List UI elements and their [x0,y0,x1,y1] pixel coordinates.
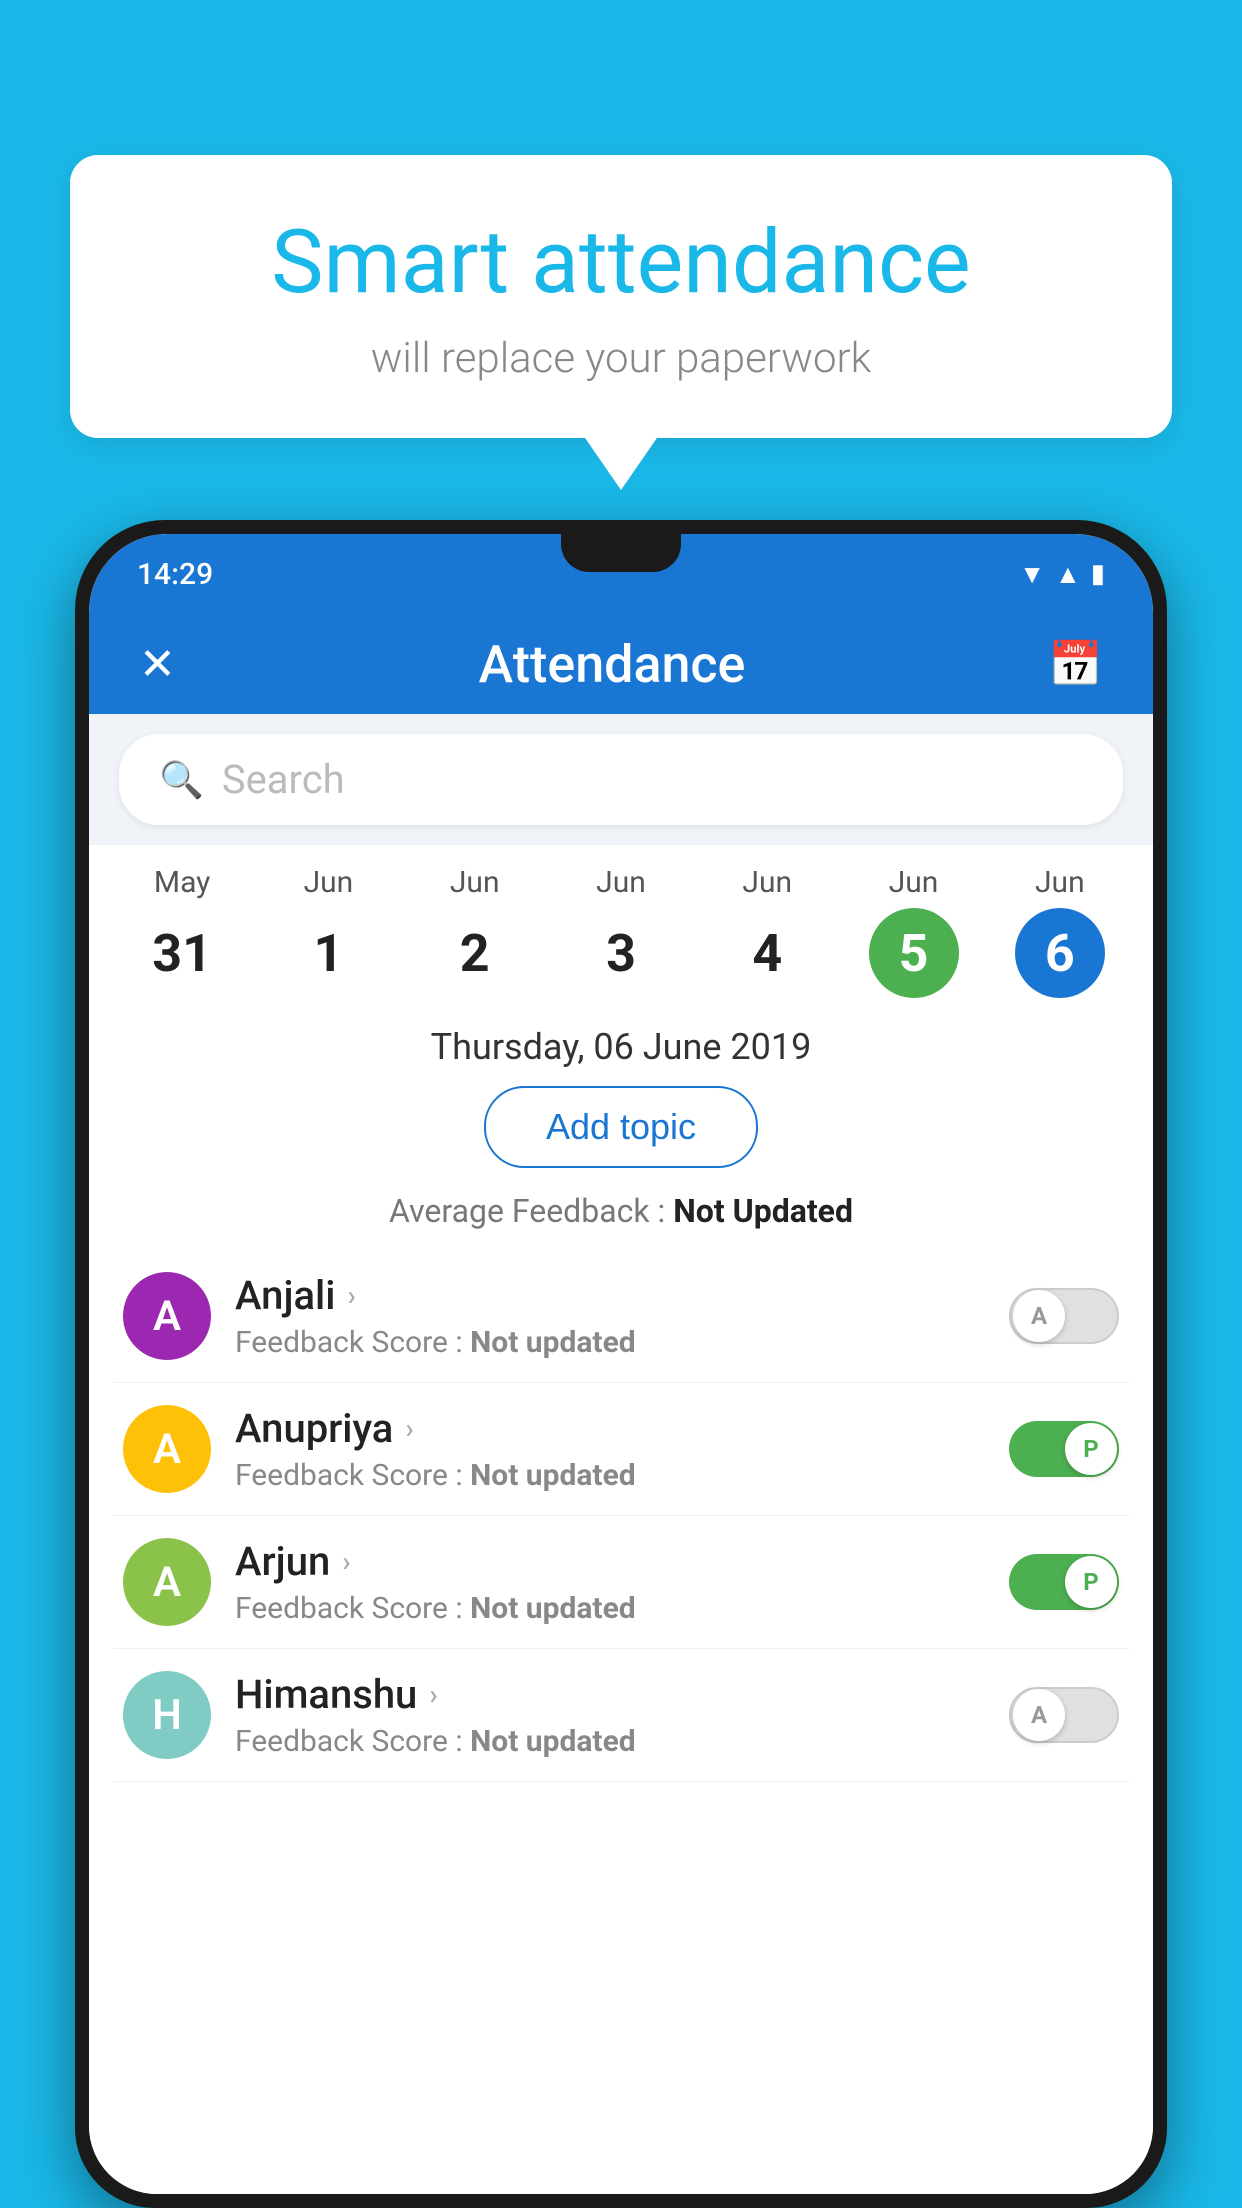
cal-date-label: 4 [722,908,812,998]
attendance-toggle[interactable]: A [1009,1288,1119,1344]
student-info: Anjali › Feedback Score : Not updated [235,1272,985,1360]
avg-feedback: Average Feedback : Not Updated [89,1192,1153,1230]
toggle-thumb: A [1013,1689,1065,1741]
toggle-wrap[interactable]: A [1009,1288,1119,1344]
student-item: A Anjali › Feedback Score : Not updated A [113,1250,1129,1383]
student-info: Himanshu › Feedback Score : Not updated [235,1671,985,1759]
wifi-icon: ▼ [1019,559,1045,590]
cal-date-label: 5 [869,908,959,998]
calendar-day[interactable]: Jun 6 [1005,865,1115,998]
signal-icon: ▲ [1055,559,1081,590]
toggle-thumb: P [1065,1556,1117,1608]
calendar-day[interactable]: May 31 [127,865,237,998]
calendar-day[interactable]: Jun 4 [712,865,822,998]
speech-bubble: Smart attendance will replace your paper… [70,155,1172,438]
student-score: Feedback Score : Not updated [235,1458,985,1493]
avg-feedback-label: Average Feedback : [389,1192,665,1230]
cal-date-label: 2 [430,908,520,998]
bubble-subtitle: will replace your paperwork [150,334,1092,383]
cal-date-label: 3 [576,908,666,998]
student-avatar: A [123,1538,211,1626]
cal-date-label: 31 [137,908,227,998]
student-info: Arjun › Feedback Score : Not updated [235,1538,985,1626]
calendar-day[interactable]: Jun 5 [859,865,969,998]
toggle-wrap[interactable]: P [1009,1554,1119,1610]
phone-frame: 14:29 ▼ ▲ ▮ ✕ Attendance 📅 🔍 Search [75,520,1167,2208]
app-bar-title: Attendance [479,634,746,695]
student-score: Feedback Score : Not updated [235,1591,985,1626]
attendance-toggle[interactable]: A [1009,1687,1119,1743]
speech-bubble-container: Smart attendance will replace your paper… [70,155,1172,438]
calendar-row: May 31 Jun 1 Jun 2 Jun 3 Jun 4 Jun 5 Jun 6 [89,845,1153,998]
student-info: Anupriya › Feedback Score : Not updated [235,1405,985,1493]
cal-date-label: 1 [283,908,373,998]
toggle-wrap[interactable]: A [1009,1687,1119,1743]
cal-month-label: Jun [450,865,500,900]
content-area: 🔍 Search May 31 Jun 1 Jun 2 Jun 3 Jun 4 Jun 5 Jun 6 T… [89,714,1153,2194]
chevron-icon: › [405,1412,413,1445]
toggle-thumb: A [1013,1290,1065,1342]
selected-date: Thursday, 06 June 2019 [89,998,1153,1086]
search-bar[interactable]: 🔍 Search [119,734,1123,825]
student-list: AAnjali ›Feedback Score : Not updatedAAA… [89,1250,1153,1782]
bubble-title: Smart attendance [150,215,1092,312]
close-button[interactable]: ✕ [129,628,186,700]
student-name[interactable]: Himanshu › [235,1671,985,1718]
cal-month-label: Jun [1035,865,1085,900]
student-name[interactable]: Anjali › [235,1272,985,1319]
student-avatar: A [123,1405,211,1493]
student-item: A Arjun › Feedback Score : Not updated P [113,1516,1129,1649]
search-icon: 🔍 [159,759,204,801]
search-placeholder: Search [222,756,345,803]
attendance-toggle[interactable]: P [1009,1421,1119,1477]
student-score: Feedback Score : Not updated [235,1724,985,1759]
student-avatar: H [123,1671,211,1759]
calendar-icon[interactable]: 📅 [1038,628,1113,700]
status-time: 14:29 [137,557,213,592]
cal-month-label: May [154,865,210,900]
chevron-icon: › [342,1545,350,1578]
student-score: Feedback Score : Not updated [235,1325,985,1360]
student-avatar: A [123,1272,211,1360]
calendar-day[interactable]: Jun 3 [566,865,676,998]
student-item: A Anupriya › Feedback Score : Not updated P [113,1383,1129,1516]
status-bar: 14:29 ▼ ▲ ▮ [89,534,1153,614]
attendance-toggle[interactable]: P [1009,1554,1119,1610]
calendar-day[interactable]: Jun 2 [420,865,530,998]
cal-month-label: Jun [596,865,646,900]
calendar-day[interactable]: Jun 1 [273,865,383,998]
cal-date-label: 6 [1015,908,1105,998]
cal-month-label: Jun [304,865,354,900]
cal-month-label: Jun [742,865,792,900]
phone-screen: 14:29 ▼ ▲ ▮ ✕ Attendance 📅 🔍 Search [89,534,1153,2194]
toggle-thumb: P [1065,1423,1117,1475]
student-item: H Himanshu › Feedback Score : Not updated A [113,1649,1129,1782]
cal-month-label: Jun [889,865,939,900]
student-name[interactable]: Arjun › [235,1538,985,1585]
student-name[interactable]: Anupriya › [235,1405,985,1452]
app-bar: ✕ Attendance 📅 [89,614,1153,714]
notch [561,534,681,572]
status-icons: ▼ ▲ ▮ [1019,559,1105,590]
toggle-wrap[interactable]: P [1009,1421,1119,1477]
chevron-icon: › [429,1678,437,1711]
avg-feedback-value: Not Updated [673,1192,853,1230]
add-topic-button[interactable]: Add topic [484,1086,758,1168]
battery-icon: ▮ [1091,559,1105,589]
search-container: 🔍 Search [89,714,1153,845]
chevron-icon: › [347,1279,355,1312]
